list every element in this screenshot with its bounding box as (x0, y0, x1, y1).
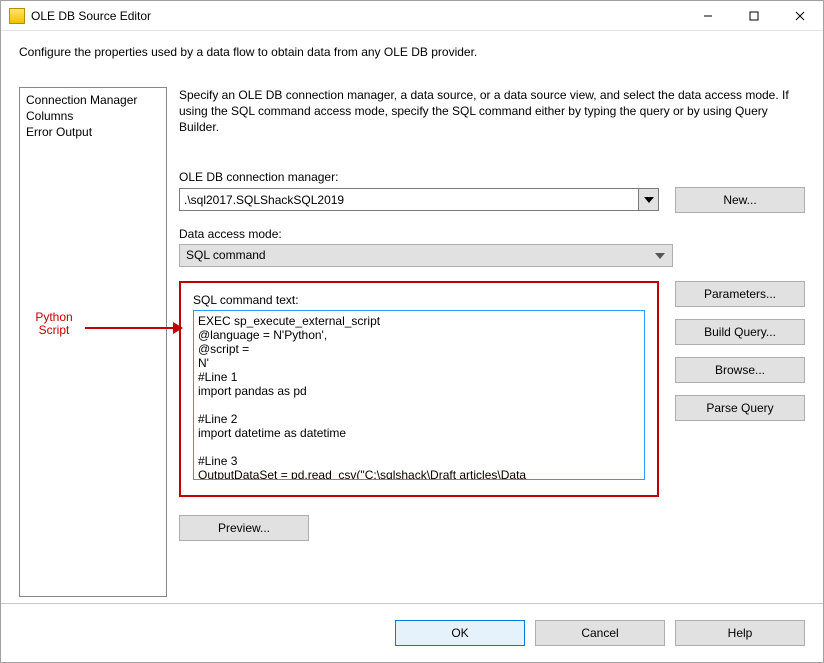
window-icon (9, 8, 25, 24)
sidebar-item-connection-manager[interactable]: Connection Manager (26, 92, 160, 108)
parameters-button[interactable]: Parameters... (675, 281, 805, 307)
chevron-down-icon[interactable] (638, 189, 658, 210)
annotation-line1: Python (19, 311, 89, 324)
browse-button[interactable]: Browse... (675, 357, 805, 383)
data-access-mode-combo[interactable]: SQL command (179, 244, 673, 267)
data-access-mode-value: SQL command (186, 248, 266, 262)
annotation-callout: Python Script (19, 311, 89, 337)
close-icon (795, 11, 805, 21)
build-query-button[interactable]: Build Query... (675, 319, 805, 345)
sql-command-text-input[interactable] (193, 310, 645, 480)
page-list[interactable]: Connection Manager Columns Error Output (19, 87, 167, 597)
minimize-button[interactable] (685, 1, 731, 31)
page-intro: Specify an OLE DB connection manager, a … (179, 87, 805, 136)
sidebar-item-error-output[interactable]: Error Output (26, 124, 160, 140)
close-button[interactable] (777, 1, 823, 31)
connection-manager-combo[interactable]: .\sql2017.SQLShackSQL2019 (179, 188, 659, 211)
sql-command-highlight-box: SQL command text: (179, 281, 659, 497)
dialog-footer: OK Cancel Help (1, 604, 823, 662)
minimize-icon (703, 11, 713, 21)
dialog-description: Configure the properties used by a data … (19, 45, 805, 59)
preview-button[interactable]: Preview... (179, 515, 309, 541)
ok-button[interactable]: OK (395, 620, 525, 646)
window-title: OLE DB Source Editor (31, 9, 685, 23)
oledb-source-editor-window: OLE DB Source Editor Configure the prope… (0, 0, 824, 663)
chevron-down-icon[interactable] (652, 248, 668, 264)
data-access-mode-label: Data access mode: (179, 227, 805, 241)
maximize-icon (749, 11, 759, 21)
help-button[interactable]: Help (675, 620, 805, 646)
new-connection-button[interactable]: New... (675, 187, 805, 213)
sql-command-text-label: SQL command text: (193, 293, 645, 307)
parse-query-button[interactable]: Parse Query (675, 395, 805, 421)
sidebar-item-columns[interactable]: Columns (26, 108, 160, 124)
connection-manager-label: OLE DB connection manager: (179, 170, 805, 184)
titlebar: OLE DB Source Editor (1, 1, 823, 31)
maximize-button[interactable] (731, 1, 777, 31)
annotation-arrow-line (85, 327, 179, 329)
connection-manager-value: .\sql2017.SQLShackSQL2019 (184, 193, 344, 207)
cancel-button[interactable]: Cancel (535, 620, 665, 646)
annotation-line2: Script (19, 324, 89, 337)
